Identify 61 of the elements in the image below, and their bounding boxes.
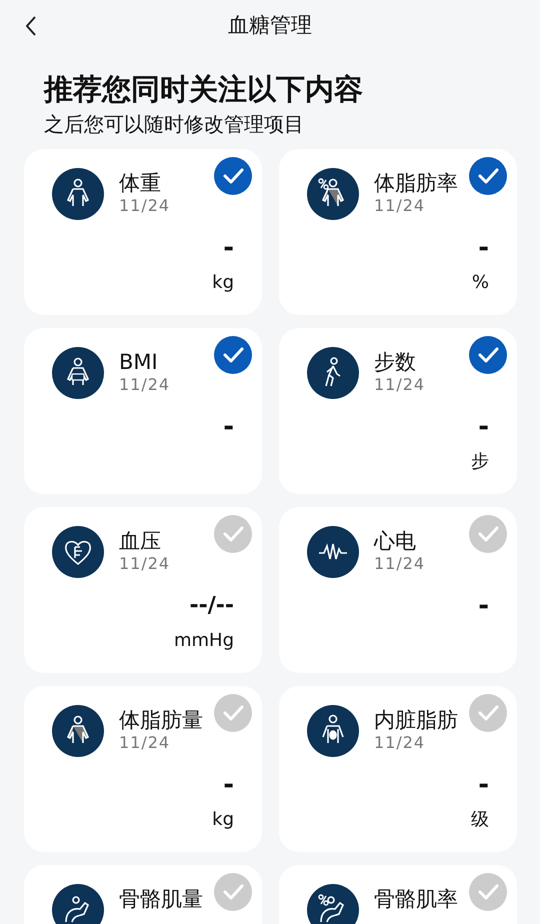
metric-value: - <box>478 233 489 263</box>
metric-value: - <box>478 591 489 621</box>
subheading: 之后您可以随时修改管理项目 <box>43 111 305 138</box>
metric-date: 11/24 <box>119 376 170 394</box>
check-icon[interactable] <box>214 694 252 732</box>
metric-name: 骨骼肌量 <box>119 886 203 913</box>
metric-name: 骨骼肌率 <box>374 886 458 913</box>
fat-rate-icon <box>307 168 359 220</box>
metric-value: - <box>478 770 489 800</box>
check-icon[interactable] <box>214 336 252 374</box>
metric-name: 体脂肪量 <box>119 707 203 734</box>
check-icon[interactable] <box>214 515 252 553</box>
check-icon[interactable] <box>469 515 507 553</box>
metric-value: - <box>223 412 234 442</box>
metric-date: 11/24 <box>119 734 172 752</box>
metric-unit: 级 <box>471 808 489 832</box>
metric-unit: % <box>472 271 489 295</box>
page-title: 血糖管理 <box>228 12 312 39</box>
check-icon[interactable] <box>469 694 507 732</box>
back-icon[interactable] <box>26 16 36 36</box>
person-icon <box>52 168 104 220</box>
check-icon[interactable] <box>469 157 507 195</box>
metric-date: 11/24 <box>374 555 426 573</box>
metric-card[interactable]: 体脂肪量 11/24 - kg <box>24 686 262 852</box>
metric-name: 血压 <box>119 528 162 555</box>
metric-name: BMI <box>119 349 159 376</box>
metric-name: 体重 <box>119 170 162 197</box>
metric-date: 11/24 <box>374 376 426 394</box>
metric-unit: kg <box>212 271 234 295</box>
fat-mass-icon <box>52 705 104 757</box>
metric-name: 内脏脂肪 <box>374 707 458 734</box>
metric-name: 步数 <box>374 349 417 376</box>
metric-unit: mmHg <box>174 629 234 653</box>
metric-card[interactable]: 内脏脂肪 11/24 - 级 <box>279 686 517 852</box>
metric-unit: 步 <box>471 450 489 474</box>
check-icon[interactable] <box>214 157 252 195</box>
metric-name: 体脂肪率 <box>374 170 458 197</box>
metric-card[interactable]: 体重 11/24 - kg <box>24 149 262 315</box>
metric-card[interactable]: 骨骼肌率 <box>279 865 517 924</box>
check-icon[interactable] <box>214 873 252 911</box>
ecg-icon <box>307 526 359 578</box>
metric-card[interactable]: 心电 11/24 - <box>279 507 517 673</box>
metric-date: 11/24 <box>119 555 170 573</box>
metric-value: - <box>478 412 489 442</box>
metric-card[interactable]: 步数 11/24 - 步 <box>279 328 517 494</box>
metric-value: - <box>223 770 234 800</box>
metric-date: 11/24 <box>119 197 170 215</box>
metric-card[interactable]: 骨骼肌量 <box>24 865 262 924</box>
metric-value: --/-- <box>189 592 234 620</box>
check-icon[interactable] <box>469 336 507 374</box>
heading: 推荐您同时关注以下内容 <box>42 71 364 108</box>
check-icon[interactable] <box>469 873 507 911</box>
metric-date: 11/24 <box>374 734 426 752</box>
metric-unit: kg <box>212 808 234 832</box>
metric-name: 心电 <box>374 528 417 555</box>
metric-card[interactable]: BMI 11/24 - <box>24 328 262 494</box>
metric-value: - <box>223 233 234 263</box>
walk-icon <box>307 347 359 399</box>
metric-card[interactable]: 血压 11/24 --/-- mmHg <box>24 507 262 673</box>
metric-date: 11/24 <box>374 197 426 215</box>
metric-card[interactable]: 体脂肪率 11/24 - % <box>279 149 517 315</box>
